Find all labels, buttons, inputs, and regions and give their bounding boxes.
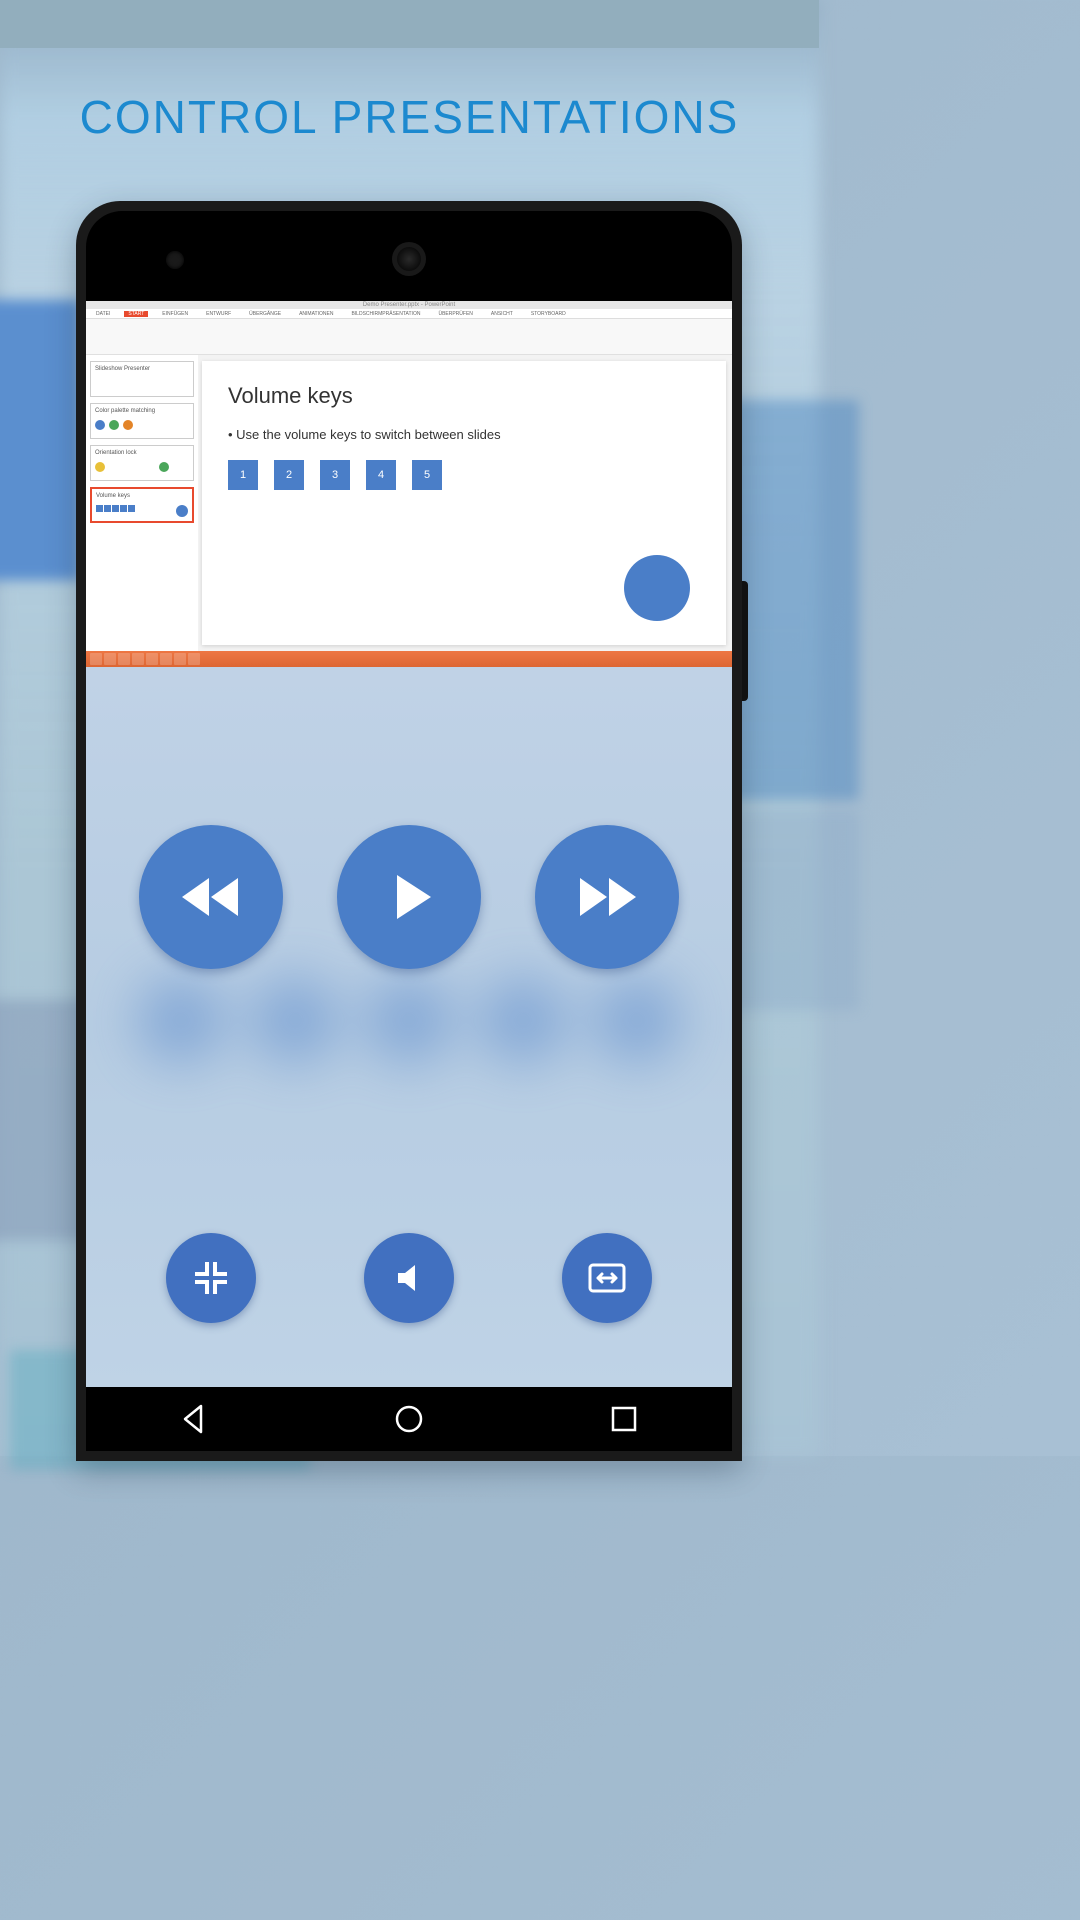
ribbon-toolbar xyxy=(86,319,732,355)
fullscreen-exit-button[interactable] xyxy=(166,1233,256,1323)
slide-thumb-4: Volume keys xyxy=(90,487,194,523)
recents-icon xyxy=(607,1402,641,1436)
back-nav[interactable] xyxy=(177,1402,211,1436)
home-icon xyxy=(392,1402,426,1436)
slide-number-blocks: 1 2 3 4 5 xyxy=(228,460,700,490)
phone-frame: Demo Presenter.pptx - PowerPoint DATEI S… xyxy=(76,201,742,1461)
rewind-icon xyxy=(176,872,246,922)
play-button[interactable] xyxy=(337,825,481,969)
ribbon-tab-bildschirmpraesentation: BILDSCHIRMPRÄSENTATION xyxy=(347,311,424,317)
presentation-controls xyxy=(86,667,732,1387)
slide-thumb-3: Orientation lock xyxy=(90,445,194,481)
swap-screen-icon xyxy=(585,1260,629,1296)
slide-thumb-2: Color palette matching xyxy=(90,403,194,439)
ribbon-tab-start: START xyxy=(124,311,148,317)
android-navbar xyxy=(86,1387,732,1451)
ribbon-tab-animationen: ANIMATIONEN xyxy=(295,311,337,317)
slide-circle-graphic xyxy=(624,555,690,621)
slide-thumbnails: Slideshow Presenter Color palette matchi… xyxy=(86,355,198,651)
volume-icon xyxy=(392,1261,426,1295)
ribbon-tab-einfuegen: EINFÜGEN xyxy=(158,311,192,317)
fullscreen-exit-icon xyxy=(193,1260,229,1296)
windows-taskbar xyxy=(86,651,732,667)
ribbon-tab-storyboard: STORYBOARD xyxy=(527,311,570,317)
header-bar xyxy=(0,0,819,48)
front-camera xyxy=(166,251,184,269)
slide-thumb-1: Slideshow Presenter xyxy=(90,361,194,397)
ribbon-tab-ansicht: ANSICHT xyxy=(487,311,517,317)
previous-button[interactable] xyxy=(139,825,283,969)
remote-desktop-preview[interactable]: Demo Presenter.pptx - PowerPoint DATEI S… xyxy=(86,301,732,667)
window-title: Demo Presenter.pptx - PowerPoint xyxy=(86,301,732,309)
next-button[interactable] xyxy=(535,825,679,969)
ribbon-tab-entwurf: ENTWURF xyxy=(202,311,235,317)
recents-nav[interactable] xyxy=(607,1402,641,1436)
fast-forward-icon xyxy=(572,872,642,922)
play-icon xyxy=(381,869,437,925)
ribbon-tab-datei: DATEI xyxy=(92,311,114,317)
back-icon xyxy=(177,1402,211,1436)
current-slide: Volume keys • Use the volume keys to swi… xyxy=(202,361,726,645)
slide-heading: Volume keys xyxy=(228,383,700,409)
slide-bullet-text: • Use the volume keys to switch between … xyxy=(228,427,700,442)
volume-button[interactable] xyxy=(364,1233,454,1323)
home-nav[interactable] xyxy=(392,1402,426,1436)
swap-screen-button[interactable] xyxy=(562,1233,652,1323)
ribbon-tab-ueberpruefen: ÜBERPRÜFEN xyxy=(434,311,476,317)
phone-screen: Demo Presenter.pptx - PowerPoint DATEI S… xyxy=(86,301,732,1387)
ribbon-tabs: DATEI START EINFÜGEN ENTWURF ÜBERGÄNGE A… xyxy=(86,309,732,319)
ribbon-tab-uebergaenge: ÜBERGÄNGE xyxy=(245,311,285,317)
earpiece xyxy=(392,242,426,276)
page-title: CONTROL PRESENTATIONS xyxy=(0,90,819,144)
